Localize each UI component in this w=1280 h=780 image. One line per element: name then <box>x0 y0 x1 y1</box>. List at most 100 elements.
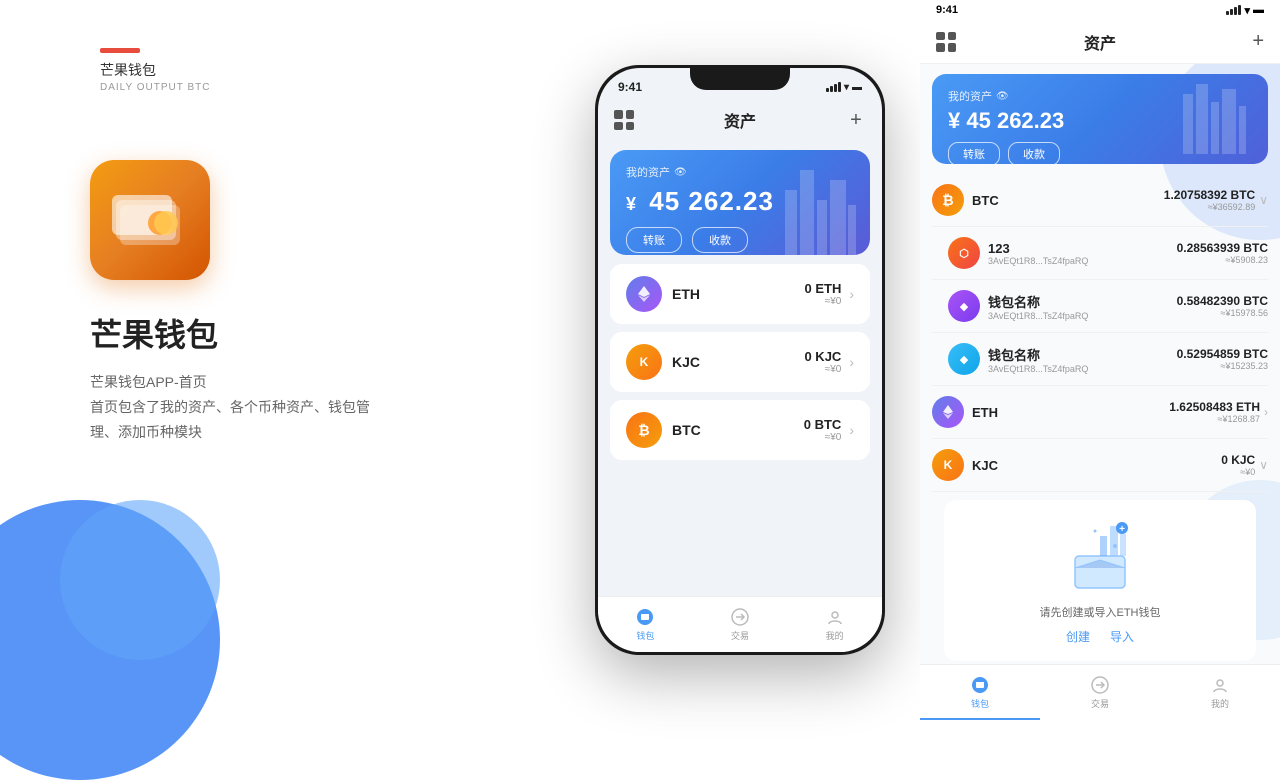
app-description: 芒果钱包APP-首页 首页包含了我的资产、各个币种资产、钱包管 理、添加币种模块 <box>90 370 370 446</box>
right-battery-icon: ▬ <box>1253 4 1264 16</box>
buildings-decoration <box>780 150 860 255</box>
right-coin-kjc[interactable]: K KJC 0 KJC ≈¥0 ∨ <box>932 439 1268 492</box>
kjc-arrow-icon: › <box>849 354 854 370</box>
phone-eth-amount: 0 ETH ≈¥0 <box>804 281 841 307</box>
app-icon <box>90 160 210 280</box>
right-wallet2-logo: ◆ <box>948 343 980 375</box>
phone-bottom-nav: 钱包 交易 <box>598 596 882 652</box>
phone-transfer-button[interactable]: 转账 <box>626 227 682 253</box>
eth-arrow-icon: › <box>849 286 854 302</box>
wallet-svg-icon <box>110 185 190 255</box>
right-status-time: 9:41 <box>936 4 958 16</box>
eth-create-illustration: + <box>1060 516 1140 596</box>
right-wallet1-logo: ◆ <box>948 290 980 322</box>
phone-app-header: 资产 + <box>598 98 882 142</box>
battery-icon: ▬ <box>852 82 862 93</box>
brand-text: 芒果钱包 DAILY OUTPUT BTC <box>100 60 210 93</box>
phone-nav-wallet[interactable]: 钱包 <box>598 597 693 652</box>
kjc-logo: K <box>626 344 662 380</box>
btc-arrow-icon: › <box>849 422 854 438</box>
eth-create-buttons: 创建 导入 <box>1066 628 1134 645</box>
right-wifi-icon: ▾ <box>1244 4 1250 17</box>
wallet-nav-icon <box>635 607 655 627</box>
eth-import-button[interactable]: 导入 <box>1110 628 1134 645</box>
right-signal-icon <box>1226 5 1241 15</box>
red-bar <box>100 48 140 53</box>
kjc-expand-icon[interactable]: ∨ <box>1259 458 1268 472</box>
right-kjc-amounts: 0 KJC ≈¥0 <box>1221 453 1255 477</box>
right-mine-nav-icon <box>1210 675 1230 695</box>
phone-btc-amount: 0 BTC ≈¥0 <box>804 417 842 443</box>
right-eth-info: ETH <box>972 405 1169 420</box>
right-coin-wallet2[interactable]: ◆ 钱包名称 3AvEQt1R8...TsZ4fpaRQ 0.52954859 … <box>932 333 1268 386</box>
right-wallet1-amounts: 0.58482390 BTC ≈¥15978.56 <box>1177 294 1268 318</box>
right-add-button[interactable]: + <box>1252 30 1264 53</box>
right-asset-card: 我的资产 👁 ¥ 45 262.23 转账 收款 <box>932 74 1268 164</box>
right-123-info: 123 3AvEQt1R8...TsZ4fpaRQ <box>988 241 1177 266</box>
right-receive-button[interactable]: 收款 <box>1008 142 1060 164</box>
right-kjc-logo: K <box>932 449 964 481</box>
left-panel: 芒果钱包 DAILY OUTPUT BTC 芒果钱包 芒果钱包APP-首页 首页… <box>0 0 560 720</box>
right-grid-icon[interactable] <box>936 32 956 52</box>
phone-coin-list: ETH 0 ETH ≈¥0 › K KJC 0 KJC ≈¥0 <box>598 264 882 596</box>
right-eth-logo <box>932 396 964 428</box>
eth-expand-icon[interactable]: › <box>1264 405 1268 419</box>
phone-coin-item-btc[interactable]: ₿ BTC 0 BTC ≈¥0 › <box>610 400 870 460</box>
right-trade-nav-icon <box>1090 675 1110 695</box>
app-name-large: 芒果钱包 <box>90 310 218 356</box>
right-btc-info: BTC <box>972 193 1164 208</box>
right-eye-icon[interactable]: 👁 <box>996 91 1009 102</box>
signal-icon <box>826 82 841 92</box>
phone-asset-card: 我的资产 👁 ¥ 45 262.23 转账 收款 <box>610 150 870 255</box>
phone-coin-item-eth[interactable]: ETH 0 ETH ≈¥0 › <box>610 264 870 324</box>
eth-create-section: + 请先创建或导入ETH钱包 创建 导入 <box>944 500 1256 661</box>
right-nav-wallet[interactable]: 钱包 <box>920 665 1040 720</box>
phone-notch <box>690 68 790 90</box>
right-status-icons: ▾ ▬ <box>1226 4 1264 17</box>
phone-frame: 9:41 ▾ ▬ <box>595 65 885 655</box>
right-coin-btc[interactable]: ₿ BTC 1.20758392 BTC ≈¥36592.89 ∨ <box>932 174 1268 227</box>
right-btc-logo: ₿ <box>932 184 964 216</box>
status-time: 9:41 <box>618 80 642 94</box>
grid-menu-icon[interactable] <box>614 110 634 130</box>
right-app-header: 资产 + <box>920 20 1280 64</box>
btc-expand-icon[interactable]: ∨ <box>1259 193 1268 207</box>
right-123-logo: ⬡ <box>948 237 980 269</box>
eye-icon[interactable]: 👁 <box>674 167 687 178</box>
svg-text:+: + <box>1119 524 1125 535</box>
phone-nav-trade[interactable]: 交易 <box>693 597 788 652</box>
right-wallet2-amounts: 0.52954859 BTC ≈¥15235.23 <box>1177 347 1268 371</box>
wifi-icon: ▾ <box>844 82 849 93</box>
phone-nav-mine[interactable]: 我的 <box>787 597 882 652</box>
right-buildings-deco <box>1178 74 1258 154</box>
right-eth-amounts: 1.62508483 ETH ≈¥1268.87 <box>1169 400 1260 424</box>
phone-btc-name: BTC <box>672 422 804 438</box>
right-coin-wallet1[interactable]: ◆ 钱包名称 3AvEQt1R8...TsZ4fpaRQ 0.58482390 … <box>932 280 1268 333</box>
phone-kjc-amount: 0 KJC ≈¥0 <box>804 349 841 375</box>
brand-name-small: 芒果钱包 <box>100 60 210 80</box>
right-panel: 9:41 ▾ ▬ 资产 + <box>920 0 1280 720</box>
right-123-amounts: 0.28563939 BTC ≈¥5908.23 <box>1177 241 1268 265</box>
right-wallet2-info: 钱包名称 3AvEQt1R8...TsZ4fpaRQ <box>988 345 1177 374</box>
add-coin-button[interactable]: + <box>846 110 866 130</box>
right-header-title: 资产 <box>1084 30 1116 54</box>
eth-logo <box>626 276 662 312</box>
phone-receive-button[interactable]: 收款 <box>692 227 748 253</box>
phone-kjc-name: KJC <box>672 354 804 370</box>
right-nav-mine[interactable]: 我的 <box>1160 665 1280 720</box>
phone-eth-name: ETH <box>672 286 804 302</box>
trade-nav-icon <box>730 607 750 627</box>
status-icons: ▾ ▬ <box>826 82 862 93</box>
phone-coin-item-kjc[interactable]: K KJC 0 KJC ≈¥0 › <box>610 332 870 392</box>
right-coin-123[interactable]: ⬡ 123 3AvEQt1R8...TsZ4fpaRQ 0.28563939 B… <box>932 227 1268 280</box>
center-phone-panel: 9:41 ▾ ▬ <box>560 0 920 720</box>
eth-create-button[interactable]: 创建 <box>1066 628 1090 645</box>
right-nav-trade[interactable]: 交易 <box>1040 665 1160 720</box>
right-coin-list: ₿ BTC 1.20758392 BTC ≈¥36592.89 ∨ ⬡ 123 … <box>920 174 1280 664</box>
blue-decoration-blob2 <box>60 500 220 660</box>
right-coin-eth[interactable]: ETH 1.62508483 ETH ≈¥1268.87 › <box>932 386 1268 439</box>
right-transfer-button[interactable]: 转账 <box>948 142 1000 164</box>
right-wallet-nav-icon <box>970 675 990 695</box>
right-status-bar: 9:41 ▾ ▬ <box>920 0 1280 20</box>
right-wallet1-info: 钱包名称 3AvEQt1R8...TsZ4fpaRQ <box>988 292 1177 321</box>
